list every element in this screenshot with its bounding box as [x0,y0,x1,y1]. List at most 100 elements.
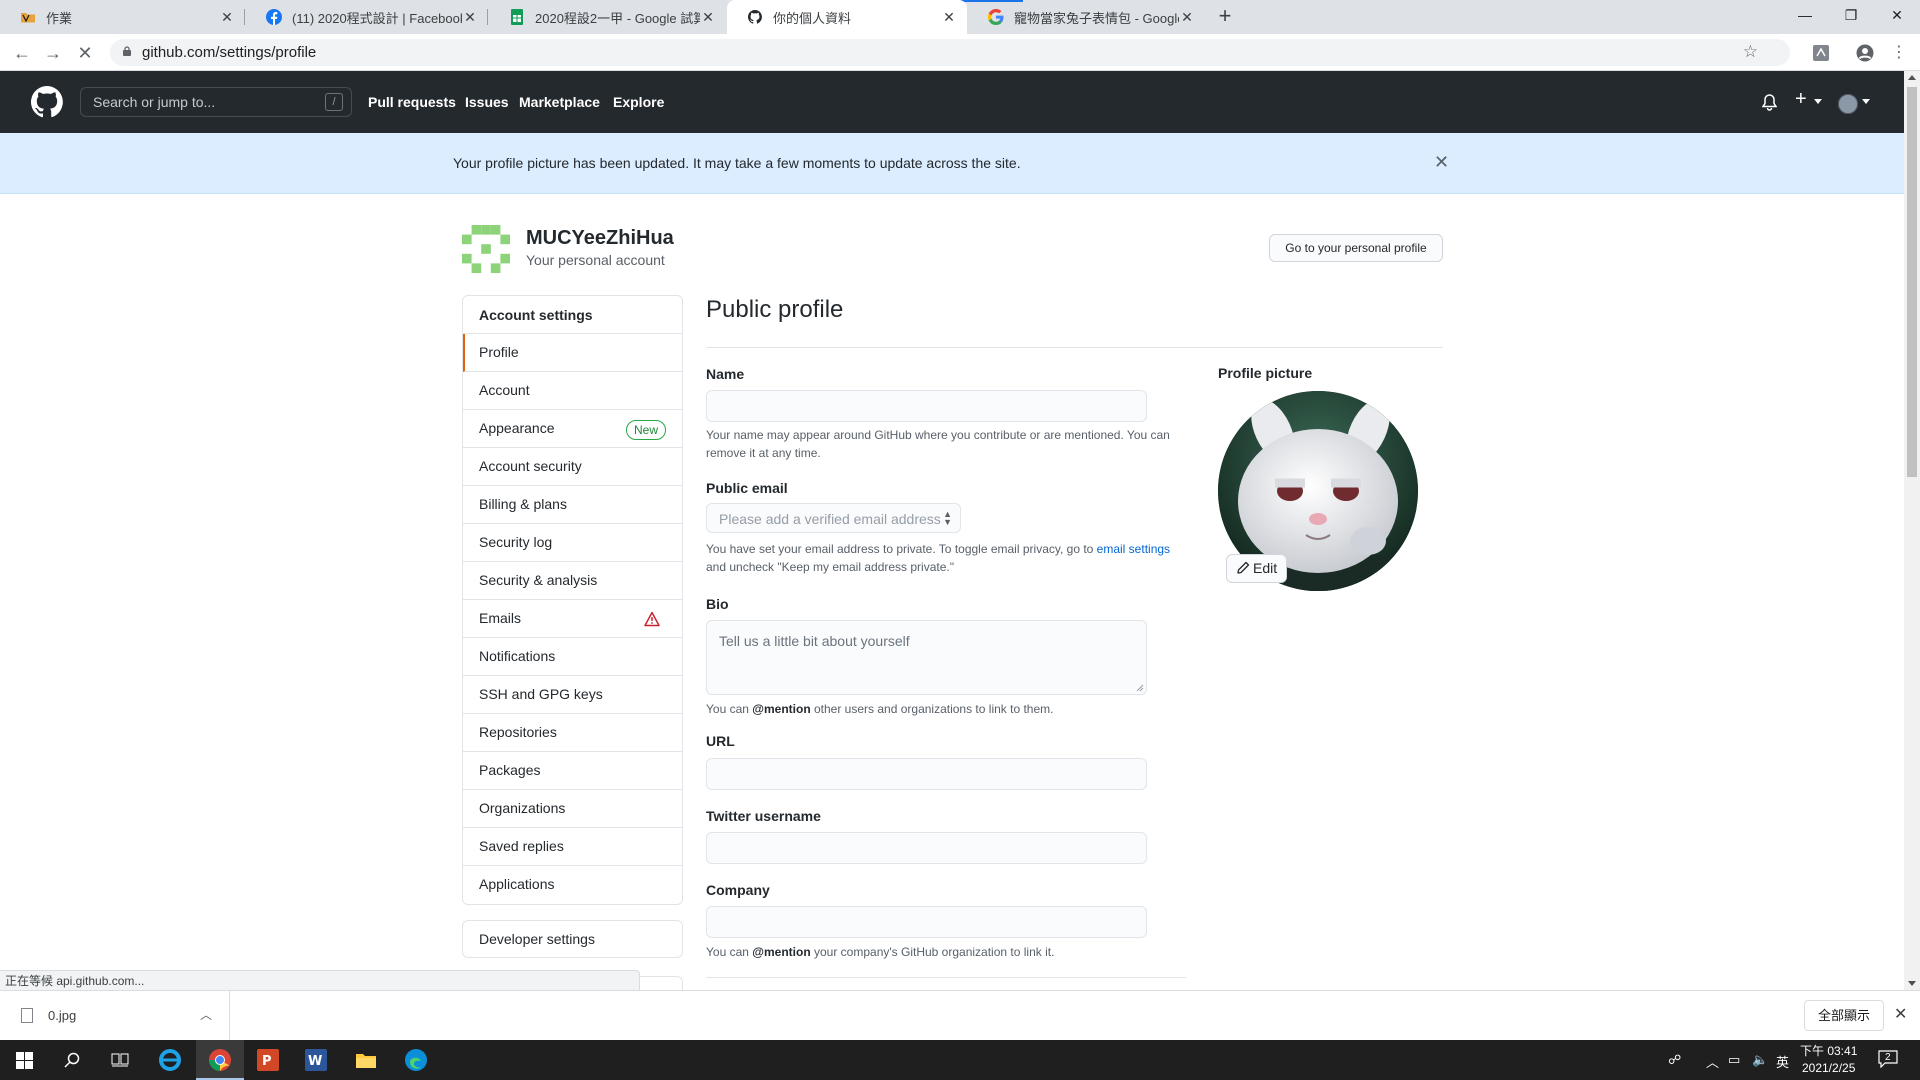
bookmark-star-icon[interactable]: ☆ [1743,42,1758,62]
close-icon[interactable]: ✕ [462,9,478,26]
sidebar-item-billing[interactable]: Billing & plans [463,486,682,524]
sidebar-item-applications[interactable]: Applications [463,866,682,904]
twitter-username-field[interactable] [706,832,1147,864]
resize-handle-icon[interactable] [1136,684,1144,692]
clock[interactable]: 下午 03:41 2021/2/25 [1800,1043,1857,1077]
sidebar-item-security-log[interactable]: Security log [463,524,682,562]
edit-profile-picture-button[interactable]: Edit [1226,554,1287,583]
close-window-button[interactable]: ✕ [1874,0,1920,30]
internet-explorer-icon[interactable] [146,1040,194,1080]
bio-textarea[interactable]: Tell us a little bit about yourself [706,620,1147,695]
sidebar-item-account-security[interactable]: Account security [463,448,682,486]
sidebar-item-saved-replies[interactable]: Saved replies [463,828,682,866]
nav-marketplace[interactable]: Marketplace [519,94,600,110]
avatar[interactable] [1838,94,1858,114]
notifications-icon[interactable]: 2 [1878,1050,1898,1069]
email-settings-link[interactable]: email settings [1097,542,1170,556]
show-all-downloads-button[interactable]: 全部顯示 [1804,1000,1884,1031]
facebook-icon [266,9,282,25]
flash-banner: Your profile picture has been updated. I… [0,133,1904,194]
url-field[interactable] [706,758,1147,790]
network-icon[interactable]: ▭ [1728,1052,1740,1068]
bell-icon[interactable] [1762,94,1777,111]
close-icon[interactable]: ✕ [941,9,957,26]
close-icon[interactable]: ✕ [700,9,716,26]
people-icon[interactable]: ☍ [1668,1052,1681,1068]
sidebar-item-account[interactable]: Account [463,372,682,410]
browser-tab[interactable]: (11) 2020程式設計 | Facebook ✕ [246,0,488,34]
browser-tab[interactable]: 寵物當家兔子表情包 - Google 搜 ✕ [968,0,1205,34]
volume-icon[interactable]: 🔈 [1752,1052,1768,1068]
file-explorer-icon[interactable] [342,1040,390,1080]
download-item[interactable]: 0.jpg ︿ [0,991,230,1040]
sidebar-item-organizations[interactable]: Organizations [463,790,682,828]
account-username[interactable]: MUCYeeZhiHua [526,227,674,250]
sidebar-item-notifications[interactable]: Notifications [463,638,682,676]
restore-button[interactable]: ❐ [1828,0,1874,30]
browser-tab-active[interactable]: 你的個人資料 ✕ [727,0,967,34]
sidebar-heading: Account settings [463,296,682,334]
scroll-up-icon[interactable] [1908,75,1916,80]
email-note: You have set your email address to priva… [706,542,1171,574]
address-bar[interactable]: github.com/settings/profile ☆ [110,39,1790,66]
menu-icon[interactable]: ⋮ [1886,40,1912,66]
extension-icon[interactable] [1812,44,1830,62]
github-logo-icon[interactable] [31,86,63,118]
minimize-button[interactable]: ― [1782,0,1828,30]
edge-icon[interactable] [392,1040,440,1080]
close-icon[interactable]: ✕ [1434,152,1449,173]
identicon-avatar [462,225,510,273]
browser-toolbar: ← → ✕ github.com/settings/profile ☆ ⋮ [0,34,1920,71]
scroll-down-icon[interactable] [1908,981,1916,986]
scrollbar-thumb[interactable] [1907,87,1917,477]
browser-tab[interactable]: 作業 ✕ [0,0,245,34]
forward-icon[interactable]: → [40,40,66,66]
profile-icon[interactable] [1856,44,1874,62]
nav-explore[interactable]: Explore [613,94,664,110]
chevron-up-icon[interactable]: ︿ [1706,1052,1719,1071]
page-scrollbar[interactable] [1904,71,1920,990]
nav-pull-requests[interactable]: Pull requests [368,94,456,110]
back-icon[interactable]: ← [9,40,35,66]
windows-start-icon[interactable] [0,1040,48,1080]
file-icon [21,1008,33,1023]
close-icon[interactable]: ✕ [1179,9,1195,26]
sidebar-item-repositories[interactable]: Repositories [463,714,682,752]
search-input[interactable]: Search or jump to... / [80,87,352,117]
pencil-icon [1237,561,1250,574]
name-note: Your name may appear around GitHub where… [706,428,1170,460]
tab-title: 你的個人資料 [773,10,852,26]
url-label: URL [706,733,735,749]
bio-placeholder: Tell us a little bit about yourself [719,633,910,649]
plus-icon[interactable]: + [1795,88,1807,111]
search-placeholder: Search or jump to... [93,94,216,110]
name-field[interactable] [706,390,1147,422]
download-shelf: 0.jpg ︿ 全部顯示 ✕ [0,990,1920,1040]
new-tab-button[interactable]: + [1212,5,1238,29]
ime-indicator[interactable]: 英 [1776,1052,1789,1071]
chrome-icon[interactable] [196,1040,244,1080]
word-icon[interactable]: W [292,1040,340,1080]
browser-tab[interactable]: 2020程設2一甲 - Google 試算表 ✕ [489,0,726,34]
powerpoint-icon[interactable]: P [244,1040,292,1080]
sidebar-item-ssh-gpg-keys[interactable]: SSH and GPG keys [463,676,682,714]
sidebar-item-packages[interactable]: Packages [463,752,682,790]
task-view-icon[interactable] [96,1040,144,1080]
chevron-up-icon[interactable]: ︿ [200,1006,212,1023]
stop-icon[interactable]: ✕ [72,40,98,66]
public-email-select[interactable]: Please add a verified email address ▲ ▼ [706,503,961,533]
company-field[interactable] [706,906,1147,938]
sidebar-item-developer-settings[interactable]: Developer settings [462,920,683,958]
go-to-personal-profile-button[interactable]: Go to your personal profile [1269,234,1443,262]
divider [706,347,1443,348]
close-icon[interactable]: ✕ [219,9,235,26]
sidebar-item-profile[interactable]: Profile [463,334,682,372]
github-icon [747,9,763,25]
sidebar-item-appearance[interactable]: Appearance New [463,410,682,448]
search-icon[interactable] [48,1040,96,1080]
nav-issues[interactable]: Issues [465,94,509,110]
sidebar-item-security-analysis[interactable]: Security & analysis [463,562,682,600]
tab-title: 寵物當家兔子表情包 - Google 搜 [1014,10,1179,26]
close-icon[interactable]: ✕ [1894,1004,1907,1024]
sidebar-item-emails[interactable]: Emails [463,600,682,638]
